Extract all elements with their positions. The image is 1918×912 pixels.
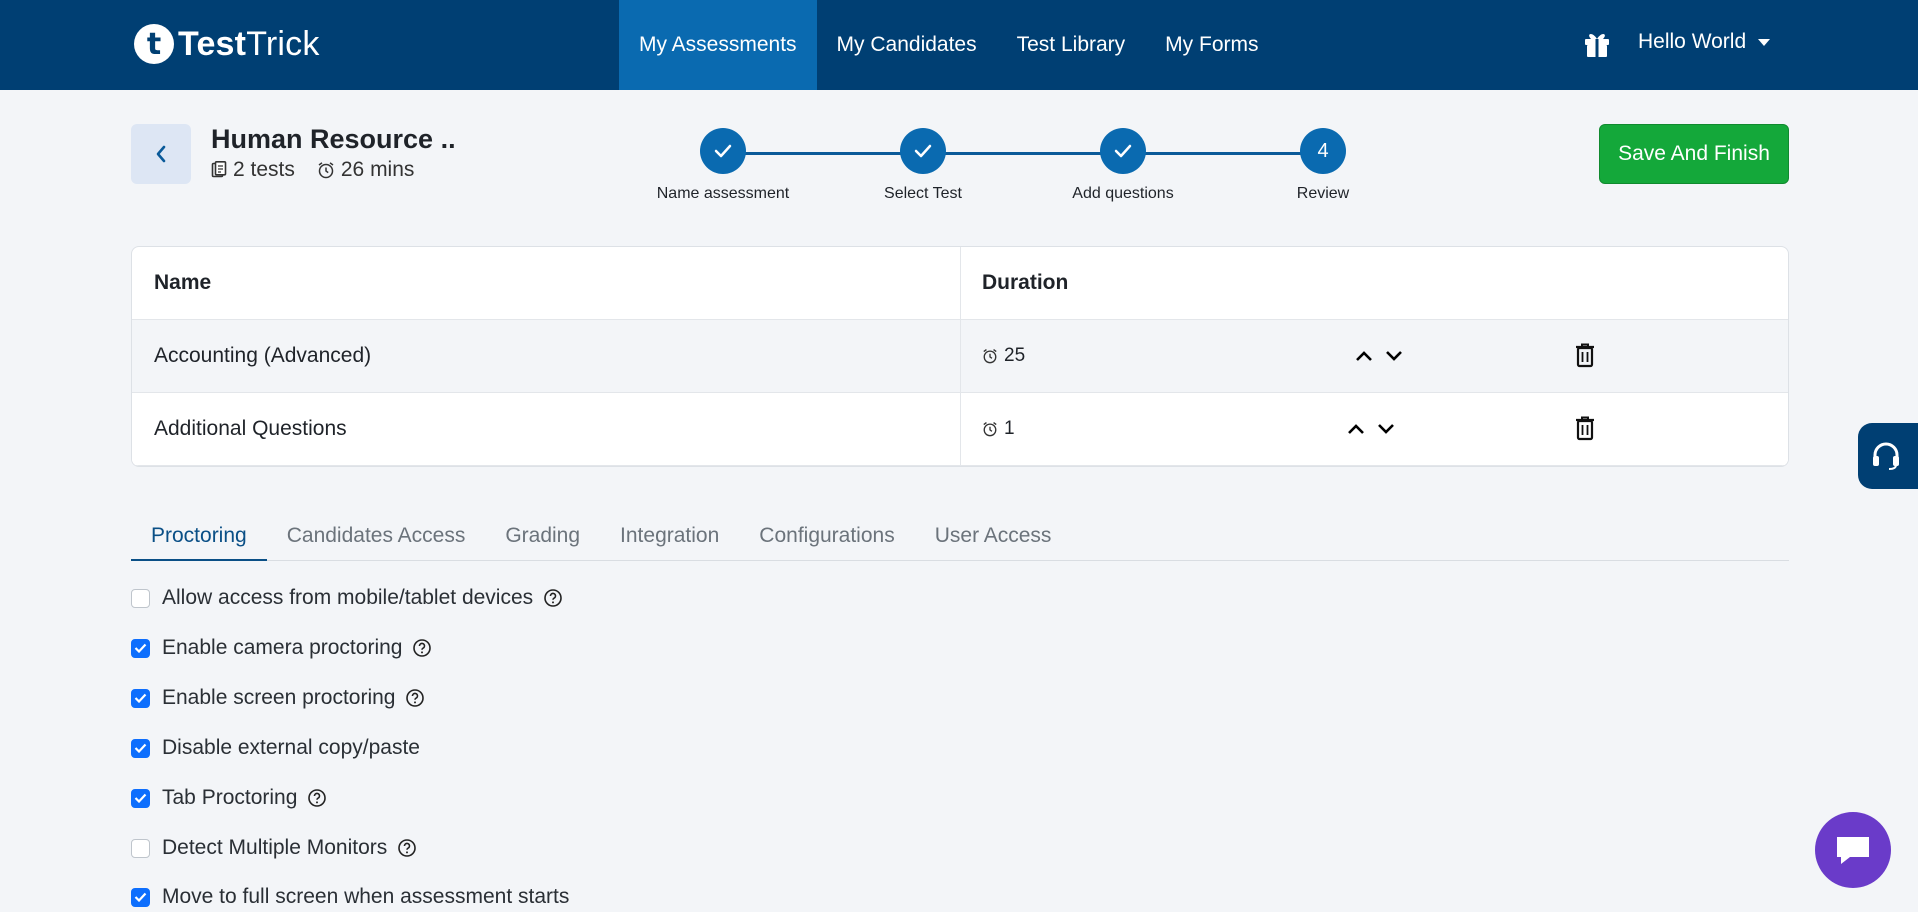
total-duration: 26 mins bbox=[340, 158, 415, 181]
table-header: Name Duration bbox=[132, 247, 1788, 320]
brand-logo[interactable]: t TestTrick bbox=[134, 24, 320, 64]
chevron-down-icon[interactable] bbox=[1371, 417, 1401, 441]
test-duration-cell: 25 bbox=[961, 320, 1788, 392]
logo-text-bold: Test bbox=[178, 24, 247, 63]
option-label: Allow access from mobile/tablet devices bbox=[162, 586, 534, 609]
option-tab-proctoring: Tab Proctoring bbox=[131, 786, 327, 810]
nav-my-candidates[interactable]: My Candidates bbox=[817, 0, 997, 90]
support-button[interactable] bbox=[1858, 423, 1918, 489]
tests-count: 2 tests bbox=[233, 158, 295, 181]
chevron-left-icon bbox=[156, 145, 166, 163]
tab-integration[interactable]: Integration bbox=[600, 511, 739, 561]
option-detect-monitors: Detect Multiple Monitors bbox=[131, 836, 417, 860]
checkbox-checked[interactable] bbox=[131, 688, 150, 708]
check-icon bbox=[700, 128, 746, 174]
step-label: Add questions bbox=[1072, 185, 1174, 202]
help-icon[interactable] bbox=[397, 838, 417, 858]
option-label: Enable camera proctoring bbox=[162, 636, 403, 659]
column-header-name: Name bbox=[132, 247, 961, 319]
test-name: Additional Questions bbox=[132, 393, 961, 465]
step-label: Review bbox=[1296, 185, 1350, 202]
test-duration: 25 bbox=[1004, 345, 1026, 366]
reorder-controls bbox=[1341, 417, 1401, 441]
stepper-line bbox=[723, 152, 1313, 155]
column-header-duration: Duration bbox=[982, 271, 1069, 294]
alarm-clock-icon bbox=[982, 421, 998, 437]
headset-icon bbox=[1873, 442, 1899, 470]
tab-grading[interactable]: Grading bbox=[485, 511, 600, 561]
back-button[interactable] bbox=[131, 124, 191, 184]
trash-icon[interactable] bbox=[1574, 342, 1596, 368]
alarm-clock-icon bbox=[317, 161, 335, 179]
chevron-up-icon[interactable] bbox=[1341, 417, 1371, 441]
test-duration-cell: 1 bbox=[961, 393, 1788, 465]
alarm-clock-icon bbox=[982, 348, 998, 364]
step-select-test[interactable]: Select Test bbox=[848, 128, 998, 203]
option-mobile-access: Allow access from mobile/tablet devices bbox=[131, 586, 563, 610]
option-label: Tab Proctoring bbox=[162, 786, 298, 809]
tab-proctoring[interactable]: Proctoring bbox=[131, 511, 267, 561]
chat-button[interactable] bbox=[1815, 812, 1891, 888]
chevron-down-icon[interactable] bbox=[1379, 344, 1409, 368]
test-name: Accounting (Advanced) bbox=[132, 320, 961, 392]
caret-down-icon bbox=[1758, 38, 1771, 46]
save-and-finish-button[interactable]: Save And Finish bbox=[1599, 124, 1789, 184]
option-disable-copy-paste: Disable external copy/paste bbox=[131, 736, 420, 760]
document-icon bbox=[211, 161, 227, 179]
step-name-assessment[interactable]: Name assessment bbox=[648, 128, 798, 203]
tests-table: Name Duration Accounting (Advanced) 25 A… bbox=[131, 246, 1789, 467]
test-duration: 1 bbox=[1004, 418, 1015, 439]
step-label: Select Test bbox=[884, 185, 962, 202]
option-label: Disable external copy/paste bbox=[162, 736, 420, 759]
table-row: Additional Questions 1 bbox=[132, 393, 1788, 466]
step-label: Name assessment bbox=[656, 185, 790, 202]
checkbox-checked[interactable] bbox=[131, 738, 150, 758]
help-icon[interactable] bbox=[307, 788, 327, 808]
step-add-questions[interactable]: Add questions bbox=[1048, 128, 1198, 203]
chat-bubble-icon bbox=[1837, 837, 1869, 864]
chevron-up-icon[interactable] bbox=[1349, 344, 1379, 368]
nav-my-forms[interactable]: My Forms bbox=[1145, 0, 1278, 90]
main-nav: My Assessments My Candidates Test Librar… bbox=[619, 0, 1279, 90]
settings-tabs: Proctoring Candidates Access Grading Int… bbox=[131, 511, 1789, 561]
help-icon[interactable] bbox=[412, 638, 432, 658]
checkbox-checked[interactable] bbox=[131, 638, 150, 658]
help-icon[interactable] bbox=[405, 688, 425, 708]
table-row: Accounting (Advanced) 25 bbox=[132, 320, 1788, 393]
checkbox[interactable] bbox=[131, 588, 150, 608]
step-number: 4 bbox=[1300, 128, 1346, 174]
logo-text: TestTrick bbox=[178, 25, 320, 64]
logo-badge: t bbox=[134, 24, 174, 64]
progress-stepper: Name assessment Select Test Add question… bbox=[640, 128, 1360, 208]
check-icon bbox=[900, 128, 946, 174]
reorder-controls bbox=[1349, 344, 1409, 368]
checkbox-checked[interactable] bbox=[131, 788, 150, 808]
tab-configurations[interactable]: Configurations bbox=[739, 511, 914, 561]
assessment-meta: 2 tests 26 mins bbox=[211, 158, 414, 182]
help-icon[interactable] bbox=[543, 588, 563, 608]
user-name: Hello World bbox=[1638, 30, 1747, 53]
option-label: Detect Multiple Monitors bbox=[162, 836, 388, 859]
gift-icon[interactable] bbox=[1584, 30, 1610, 58]
checkbox[interactable] bbox=[131, 838, 150, 858]
step-review[interactable]: 4 Review bbox=[1248, 128, 1398, 203]
tab-candidates-access[interactable]: Candidates Access bbox=[267, 511, 486, 561]
top-navbar: t TestTrick My Assessments My Candidates… bbox=[0, 0, 1918, 90]
nav-my-assessments[interactable]: My Assessments bbox=[619, 0, 817, 90]
trash-icon[interactable] bbox=[1574, 415, 1596, 441]
user-menu[interactable]: Hello World bbox=[1638, 30, 1771, 54]
logo-text-light: Trick bbox=[246, 24, 320, 63]
option-camera-proctoring: Enable camera proctoring bbox=[131, 636, 432, 660]
option-full-screen: Move to full screen when assessment star… bbox=[131, 885, 569, 909]
tab-user-access[interactable]: User Access bbox=[915, 511, 1072, 561]
check-icon bbox=[1100, 128, 1146, 174]
nav-test-library[interactable]: Test Library bbox=[997, 0, 1146, 90]
option-label: Enable screen proctoring bbox=[162, 686, 396, 709]
option-label: Move to full screen when assessment star… bbox=[162, 885, 570, 908]
checkbox-checked[interactable] bbox=[131, 887, 150, 907]
assessment-title: Human Resource .. bbox=[211, 124, 456, 154]
option-screen-proctoring: Enable screen proctoring bbox=[131, 686, 425, 710]
